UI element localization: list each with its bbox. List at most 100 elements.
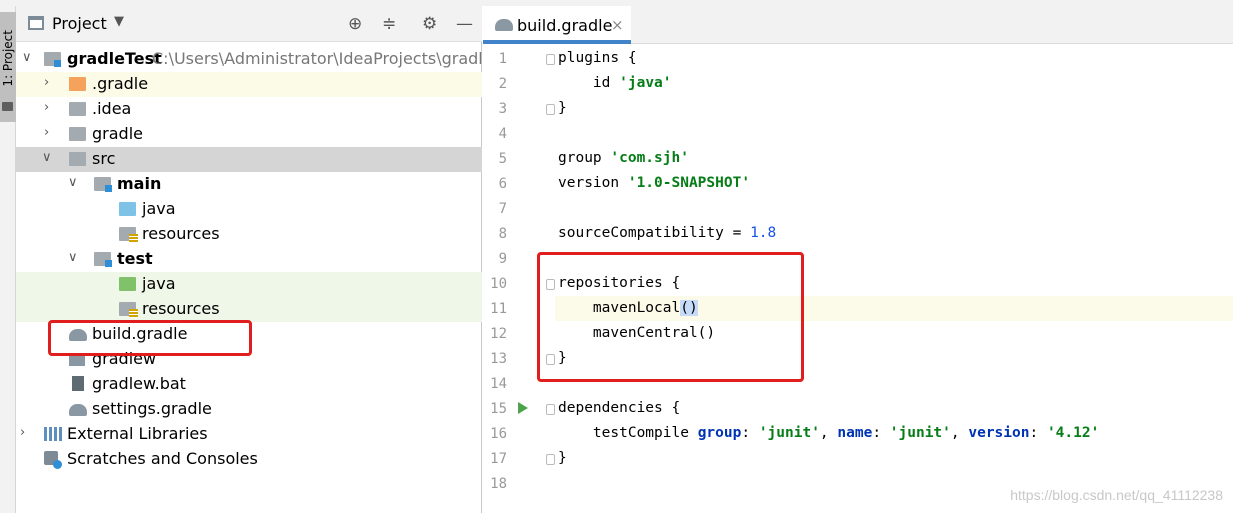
fold-marker-icon[interactable] xyxy=(546,54,555,65)
tree-root-path: C:\Users\Administrator\IdeaProjects\grad… xyxy=(152,49,510,68)
resources-badge-icon xyxy=(129,309,138,318)
line-number: 5 xyxy=(498,151,507,167)
line-number: 14 xyxy=(490,376,507,392)
fold-marker-icon[interactable] xyxy=(546,454,555,465)
line-number: 15 xyxy=(490,401,507,417)
annotation-box-build-gradle xyxy=(48,320,252,356)
line-number: 10 xyxy=(490,276,507,292)
project-pane-title[interactable]: Project xyxy=(52,14,107,33)
line-number: 1 xyxy=(498,51,507,67)
code-line-6[interactable]: version '1.0-SNAPSHOT' xyxy=(558,175,750,191)
tree-row-test-java[interactable]: java xyxy=(16,272,482,297)
chevron-down-icon[interactable]: ∨ xyxy=(42,150,52,165)
module-badge-icon xyxy=(105,260,112,267)
gear-icon[interactable]: ⚙ xyxy=(422,14,437,34)
annotation-box-repositories xyxy=(537,252,804,382)
tree-row-test[interactable]: ∨ test xyxy=(16,247,482,272)
folder-icon xyxy=(69,152,86,166)
project-pane-header: Project ▼ ⊕ ≑ ⚙ — xyxy=(16,6,482,42)
tree-row-gradle-dir[interactable]: › gradle xyxy=(16,122,482,147)
resources-badge-icon xyxy=(129,234,138,243)
chevron-down-icon[interactable]: ∨ xyxy=(68,250,78,265)
tree-row-test-resources[interactable]: resources xyxy=(16,297,482,322)
tree-row-gradlew-bat[interactable]: gradlew.bat xyxy=(16,372,482,397)
collapse-icon[interactable]: ≑ xyxy=(382,14,396,34)
line-number: 3 xyxy=(498,101,507,117)
libraries-icon xyxy=(44,427,62,441)
tree-label-settings-gradle: settings.gradle xyxy=(92,399,212,418)
project-tool-tab[interactable]: 1: Project xyxy=(0,12,16,122)
line-number: 17 xyxy=(490,451,507,467)
editor-tab-build-gradle[interactable]: build.gradle × xyxy=(483,6,631,44)
tree-label-main-resources: resources xyxy=(142,224,220,243)
line-number: 8 xyxy=(498,226,507,242)
tree-row-external-libraries[interactable]: › External Libraries xyxy=(16,422,482,447)
code-line-15[interactable]: dependencies { xyxy=(558,400,680,416)
chevron-right-icon[interactable]: › xyxy=(44,75,49,90)
line-number: 11 xyxy=(490,301,507,317)
code-line-8[interactable]: sourceCompatibility = 1.8 xyxy=(558,225,776,241)
chevron-right-icon[interactable]: › xyxy=(20,425,25,440)
tree-row-root[interactable]: ∨ gradleTest C:\Users\Administrator\Idea… xyxy=(16,47,509,72)
fold-marker-icon[interactable] xyxy=(546,404,555,415)
run-icon[interactable] xyxy=(518,402,528,414)
line-number: 7 xyxy=(498,201,507,217)
minimize-icon[interactable]: — xyxy=(456,14,473,34)
module-badge-icon xyxy=(54,60,61,67)
tree-row-scratches[interactable]: Scratches and Consoles xyxy=(16,447,482,472)
tree-label-idea: .idea xyxy=(92,99,132,118)
module-badge-icon xyxy=(105,185,112,192)
chevron-right-icon[interactable]: › xyxy=(44,125,49,140)
gradle-elephant-icon xyxy=(495,19,513,31)
test-source-folder-icon xyxy=(119,277,136,291)
code-line-16[interactable]: testCompile group: 'junit', name: 'junit… xyxy=(558,425,1099,441)
line-number: 2 xyxy=(498,76,507,92)
tree-row-main-java[interactable]: java xyxy=(16,197,482,222)
tree-label-test-java: java xyxy=(142,274,176,293)
line-number: 13 xyxy=(490,351,507,367)
tree-label-gradle-dir: gradle xyxy=(92,124,143,143)
tree-row-dot-gradle[interactable]: › .gradle xyxy=(16,72,482,97)
tree-row-src[interactable]: ∨ src xyxy=(16,147,482,172)
line-number: 16 xyxy=(490,426,507,442)
project-tool-tab-label: 1: Project xyxy=(1,30,15,87)
folder-icon xyxy=(69,77,86,91)
tree-row-main[interactable]: ∨ main xyxy=(16,172,482,197)
project-pane: Project ▼ ⊕ ≑ ⚙ — ∨ gradleTest C:\Users\… xyxy=(16,6,509,513)
source-folder-icon xyxy=(119,202,136,216)
tree-row-main-resources[interactable]: resources xyxy=(16,222,482,247)
code-line-1[interactable]: plugins { xyxy=(558,50,637,66)
watermark: https://blog.csdn.net/qq_41112238 xyxy=(1010,487,1223,503)
tree-label-src: src xyxy=(92,149,116,168)
tree-label-test-resources: resources xyxy=(142,299,220,318)
scratches-badge-icon xyxy=(53,460,62,469)
tree-label-external-libraries: External Libraries xyxy=(67,424,208,443)
code-line-2[interactable]: id 'java' xyxy=(558,75,672,91)
left-tool-strip: 1: Project xyxy=(0,6,16,513)
tree-label-dot-gradle: .gradle xyxy=(92,74,149,93)
tree-label-test: test xyxy=(117,249,153,268)
tree-label-gradlew-bat: gradlew.bat xyxy=(92,374,186,393)
chevron-down-icon[interactable]: ∨ xyxy=(22,50,32,65)
crosshair-icon[interactable]: ⊕ xyxy=(348,14,362,34)
line-number: 18 xyxy=(490,476,507,492)
line-number: 12 xyxy=(490,326,507,342)
tree-label-root: gradleTest xyxy=(67,49,162,68)
tree-row-settings-gradle[interactable]: settings.gradle xyxy=(16,397,482,422)
close-icon[interactable]: × xyxy=(611,16,624,34)
editor-pane: build.gradle × 1 2 3 4 5 6 7 8 9 10 11 1… xyxy=(483,6,1233,513)
fold-marker-icon[interactable] xyxy=(546,104,555,115)
tree-label-scratches: Scratches and Consoles xyxy=(67,449,258,468)
code-line-17[interactable]: } xyxy=(558,450,567,466)
folder-icon xyxy=(2,102,13,111)
folder-icon xyxy=(69,127,86,141)
code-line-5[interactable]: group 'com.sjh' xyxy=(558,150,689,166)
tree-row-idea[interactable]: › .idea xyxy=(16,97,482,122)
chevron-right-icon[interactable]: › xyxy=(44,100,49,115)
chevron-down-icon[interactable]: ∨ xyxy=(68,175,78,190)
code-line-3[interactable]: } xyxy=(558,100,567,116)
folder-icon xyxy=(69,102,86,116)
tree-label-main: main xyxy=(117,174,162,193)
chevron-down-icon[interactable]: ▼ xyxy=(114,14,124,29)
line-number: 4 xyxy=(498,126,507,142)
